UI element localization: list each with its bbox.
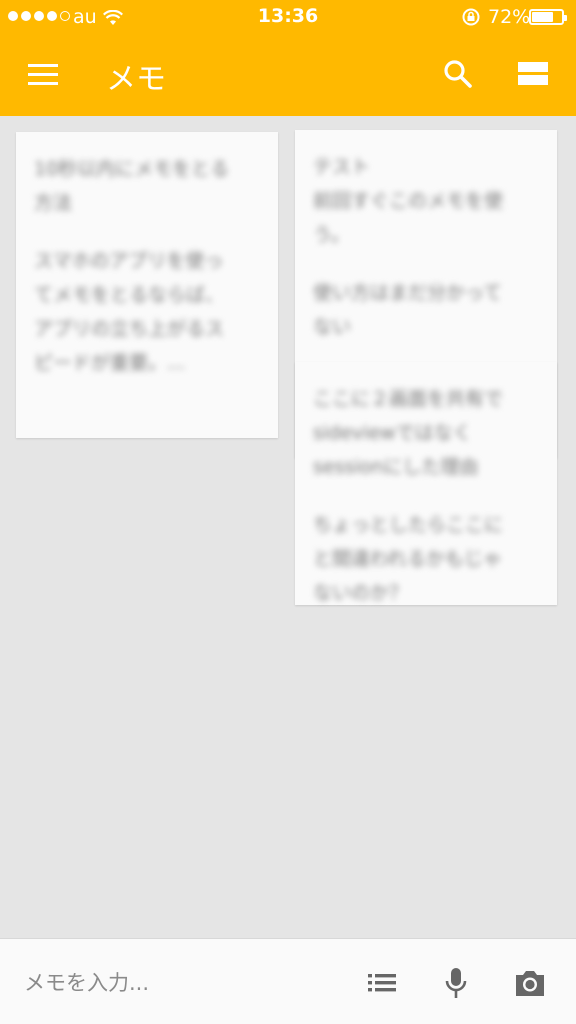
camera-icon[interactable]	[512, 965, 548, 1001]
note-title: 10秒以内にメモをとる 方法	[34, 158, 230, 214]
memo-input[interactable]	[24, 965, 324, 1001]
menu-icon[interactable]	[28, 64, 58, 86]
app-bar: メモ	[0, 34, 576, 116]
keep-screen: au 13:36 72% メモ 10秒以内にメモをとる 方法 スマホのアプリを使…	[0, 0, 576, 1024]
quick-add-bar	[0, 938, 576, 1024]
layout-toggle-icon[interactable]	[518, 62, 548, 86]
status-bar: au 13:36 72%	[0, 0, 576, 34]
note-card[interactable]: 10秒以内にメモをとる 方法 スマホのアプリを使っ てメモをとるならば、 アプリ…	[16, 132, 278, 438]
note-card[interactable]: ここに２画面を共有で sideviewではなく sessionにした理由 ちょっ…	[295, 362, 557, 605]
microphone-icon[interactable]	[438, 965, 474, 1001]
search-icon[interactable]	[442, 58, 474, 90]
battery-icon	[529, 9, 567, 25]
page-title: メモ	[106, 62, 166, 97]
note-body: 使い方はまだ分かって ない	[313, 282, 503, 338]
battery-percent: 72%	[488, 6, 531, 28]
note-body: ちょっとしたらここに と間違われるかもじゃ ないのか？	[313, 514, 504, 604]
notes-grid: 10秒以内にメモをとる 方法 スマホのアプリを使っ てメモをとるならば、 アプリ…	[0, 116, 576, 938]
note-title: ここに２画面を共有で sideviewではなく sessionにした理由	[313, 388, 504, 478]
list-icon[interactable]	[364, 965, 400, 1001]
note-body: スマホのアプリを使っ てメモをとるならば、 アプリの立ち上がるス ピードが重要。…	[34, 250, 225, 374]
note-title: テスト 前回すぐこのメモを使う。	[313, 156, 504, 246]
rotation-lock-icon	[461, 8, 481, 31]
